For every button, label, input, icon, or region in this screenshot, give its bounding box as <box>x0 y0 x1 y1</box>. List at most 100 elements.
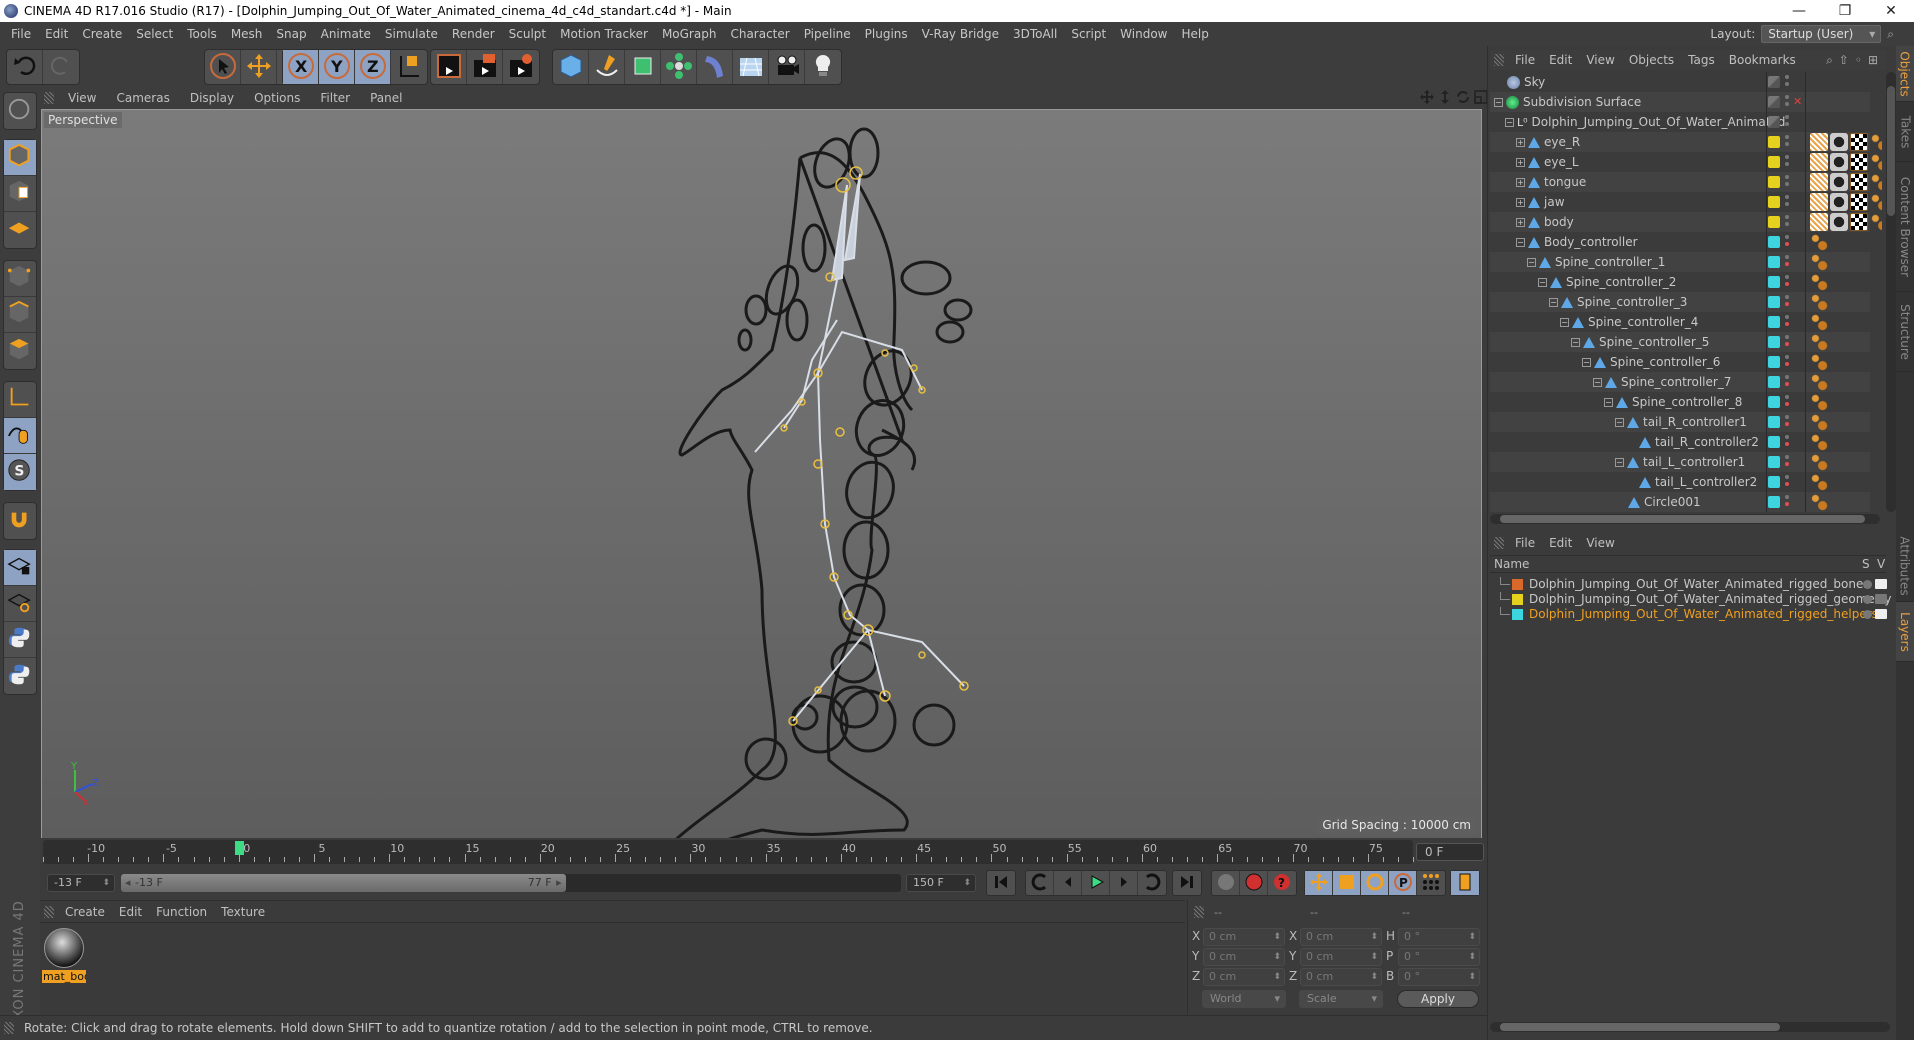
visibility-dots[interactable] <box>1785 495 1789 509</box>
key-position-button[interactable] <box>1305 871 1333 895</box>
layer-color-swatch[interactable] <box>1768 156 1780 168</box>
object-row[interactable]: − Spine_controller_7 <box>1490 372 1870 392</box>
object-list-scrollbar[interactable] <box>1886 72 1896 512</box>
side-tab-structure[interactable]: Structure <box>1896 292 1914 372</box>
camera-button[interactable] <box>769 50 805 84</box>
layer-color-swatch[interactable] <box>1768 176 1780 188</box>
object-row[interactable]: − Subdivision Surface ✕ <box>1490 92 1870 112</box>
object-row[interactable]: − tail_L_controller1 <box>1490 452 1870 472</box>
visibility-dots[interactable] <box>1785 395 1789 409</box>
menu-pipeline[interactable]: Pipeline <box>797 27 858 41</box>
cloner-button[interactable] <box>661 50 697 84</box>
visibility-dots[interactable] <box>1785 295 1789 309</box>
constraint-tag-icon[interactable] <box>1810 393 1828 411</box>
spinner-icon[interactable]: ⬍ <box>1273 969 1281 985</box>
coord-size-z-field[interactable]: 0 cm ⬍ <box>1300 968 1382 986</box>
object-menu-objects[interactable]: Objects <box>1622 53 1681 67</box>
material-menu-function[interactable]: Function <box>149 905 214 919</box>
material-swatch[interactable]: mat_boo <box>42 926 86 984</box>
solo-button[interactable]: S <box>4 454 36 490</box>
object-row[interactable]: − Spine_controller_1 <box>1490 252 1870 272</box>
uvw-tag-icon[interactable] <box>1850 213 1868 231</box>
collapse-icon[interactable]: − <box>1549 298 1558 307</box>
move-view-icon[interactable] <box>1420 90 1434 104</box>
layer-color-swatch[interactable] <box>1768 276 1780 288</box>
menu-help[interactable]: Help <box>1174 27 1215 41</box>
visibility-dots[interactable] <box>1785 455 1789 469</box>
minimize-button[interactable]: — <box>1776 0 1822 22</box>
coord-rotation-z-field[interactable]: 0 ° ⬍ <box>1398 968 1480 986</box>
toggle-layout-icon[interactable] <box>1474 90 1488 104</box>
layer-color-swatch[interactable] <box>1768 316 1780 328</box>
material-menu-texture[interactable]: Texture <box>214 905 272 919</box>
layer-color-swatch[interactable] <box>1768 356 1780 368</box>
coord-position-y-field[interactable]: 0 cm ⬍ <box>1203 948 1285 966</box>
record-button[interactable] <box>1026 871 1054 895</box>
light-button[interactable] <box>805 50 841 84</box>
object-list[interactable]: Sky − Subdivision Surface ✕ − L⁰ Dolphin_Jumpi… <box>1490 72 1882 512</box>
object-row[interactable]: − Spine_controller_6 <box>1490 352 1870 372</box>
object-row[interactable]: + eye_L <box>1490 152 1882 172</box>
viewport-menu-display[interactable]: Display <box>180 91 244 105</box>
uvw-tag-icon[interactable] <box>1850 133 1868 151</box>
coord-rotation-y-field[interactable]: 0 ° ⬍ <box>1398 948 1480 966</box>
apply-button[interactable]: Apply <box>1397 990 1479 1008</box>
key-help-button[interactable]: ? <box>1268 871 1296 895</box>
zoom-view-icon[interactable] <box>1438 90 1452 104</box>
expand-icon[interactable]: + <box>1516 198 1525 207</box>
panel-grip[interactable] <box>44 906 54 918</box>
panel-grip[interactable] <box>44 92 54 104</box>
material-tag-icon[interactable] <box>1830 153 1848 171</box>
object-row[interactable]: − tail_R_controller1 <box>1490 412 1870 432</box>
texture-tag-icon[interactable] <box>1810 213 1828 231</box>
coord-position-z-field[interactable]: 0 cm ⬍ <box>1203 968 1285 986</box>
size-mode-dropdown[interactable]: Scale <box>1299 990 1383 1008</box>
layer-row[interactable]: Dolphin_Jumping_Out_Of_Water_Animated_ri… <box>1490 577 1887 592</box>
menu-plugins[interactable]: Plugins <box>858 27 915 41</box>
visibility-dots[interactable] <box>1785 215 1789 229</box>
visibility-dots[interactable] <box>1785 195 1789 209</box>
object-menu-tags[interactable]: Tags <box>1681 53 1722 67</box>
collapse-icon[interactable]: − <box>1582 358 1591 367</box>
menu-edit[interactable]: Edit <box>38 27 75 41</box>
spinner-icon[interactable]: ⬍ <box>1370 929 1378 945</box>
layer-solo-toggle[interactable] <box>1863 595 1872 604</box>
object-row[interactable]: + tongue <box>1490 172 1882 192</box>
layer-color-swatch[interactable] <box>1768 296 1780 308</box>
menu-tools[interactable]: Tools <box>180 27 224 41</box>
key-lock-button[interactable] <box>1212 871 1240 895</box>
floor-button[interactable] <box>733 50 769 84</box>
material-tag-icon[interactable] <box>1830 193 1848 211</box>
layer-solo-toggle[interactable] <box>1863 610 1872 619</box>
model-mode-button[interactable] <box>4 140 36 176</box>
layer-color-swatch[interactable] <box>1768 136 1780 148</box>
axis-mode-button[interactable] <box>4 382 36 418</box>
rotate-view-icon[interactable] <box>1456 90 1470 104</box>
object-row[interactable]: tail_L_controller2 <box>1490 472 1870 492</box>
object-row[interactable]: − Spine_controller_8 <box>1490 392 1870 412</box>
layer-color-swatch[interactable] <box>1768 256 1780 268</box>
material-tag-icon[interactable] <box>1830 213 1848 231</box>
constraint-tag-icon[interactable] <box>1870 153 1882 171</box>
layer-row[interactable]: Dolphin_Jumping_Out_Of_Water_Animated_ri… <box>1490 592 1892 607</box>
texture-tag-icon[interactable] <box>1810 153 1828 171</box>
close-button[interactable]: ✕ <box>1868 0 1914 22</box>
python-button[interactable] <box>4 658 36 694</box>
autokey-button[interactable] <box>1240 871 1268 895</box>
eye-icon[interactable]: ◦ <box>1855 53 1862 68</box>
end-frame-field[interactable]: 150 F ⬍ <box>906 874 976 892</box>
object-menu-edit[interactable]: Edit <box>1542 53 1579 67</box>
points-mode-button[interactable] <box>4 261 36 297</box>
menu-select[interactable]: Select <box>129 27 180 41</box>
object-row[interactable]: − Spine_controller_5 <box>1490 332 1870 352</box>
texture-tag-icon[interactable] <box>1810 133 1828 151</box>
tweak-mode-button[interactable] <box>4 418 36 454</box>
collapse-icon[interactable]: − <box>1494 98 1503 107</box>
constraint-tag-icon[interactable] <box>1810 433 1828 451</box>
menu-file[interactable]: File <box>4 27 38 41</box>
layer-row[interactable]: Dolphin_Jumping_Out_Of_Water_Animated_ri… <box>1490 607 1887 622</box>
collapse-icon[interactable]: − <box>1571 338 1580 347</box>
deformer-button[interactable] <box>697 50 733 84</box>
side-tab-takes[interactable]: Takes <box>1896 102 1914 162</box>
visibility-dots[interactable] <box>1785 155 1789 169</box>
